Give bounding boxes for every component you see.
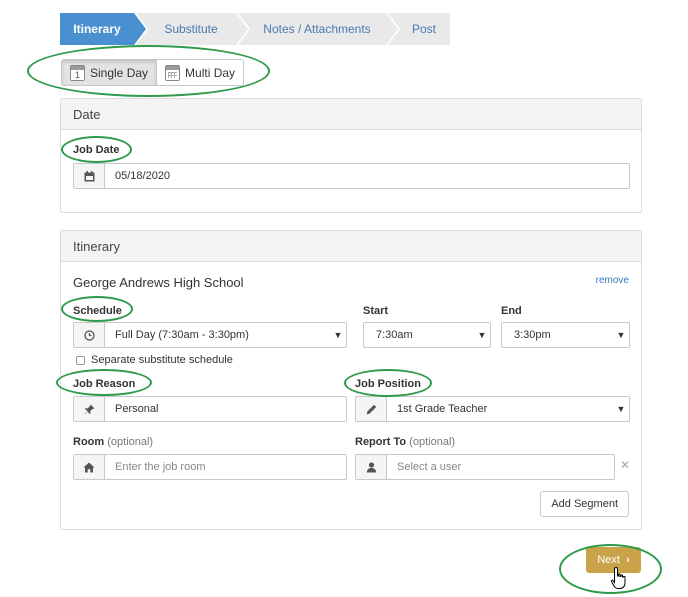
home-icon (74, 455, 105, 479)
job-reason-label: Job Reason (73, 378, 136, 390)
step-substitute-label: Substitute (164, 22, 218, 36)
step-notes-label: Notes / Attachments (263, 22, 371, 36)
room-label: Room (optional) (73, 436, 154, 448)
job-reason-value: Personal (115, 403, 159, 415)
step-post-label: Post (411, 22, 436, 36)
job-date-label: Job Date (73, 144, 120, 156)
step-itinerary-label: Itinerary (73, 22, 121, 36)
itinerary-panel-title: Itinerary (61, 231, 641, 262)
report-to-input[interactable]: Select a user (355, 454, 615, 480)
single-day-button[interactable]: 1 Single Day (62, 60, 157, 85)
separate-schedule-checkbox[interactable]: Separate substitute schedule (76, 354, 233, 366)
school-name: George Andrews High School (73, 275, 244, 290)
chevron-down-icon: ▼ (333, 330, 343, 340)
itinerary-panel: Itinerary George Andrews High School rem… (60, 230, 642, 530)
job-reason-field[interactable]: Personal (73, 396, 347, 422)
job-date-field[interactable]: 05/18/2020 (73, 163, 630, 189)
pin-icon (74, 397, 105, 421)
next-label: Next (597, 554, 620, 566)
schedule-label: Schedule (73, 305, 122, 317)
job-position-label: Job Position (355, 378, 421, 390)
report-to-label: Report To (optional) (355, 436, 456, 448)
schedule-value: Full Day (7:30am - 3:30pm) (115, 329, 249, 341)
single-day-label: Single Day (90, 65, 149, 80)
multi-day-button[interactable]: Multi Day (156, 60, 244, 85)
room-placeholder: Enter the job room (115, 461, 206, 473)
chevron-down-icon: ▼ (477, 330, 487, 340)
end-label: End (501, 305, 522, 317)
remove-link[interactable]: remove (596, 275, 629, 286)
end-value: 3:30pm (514, 329, 551, 341)
separate-schedule-label: Separate substitute schedule (91, 354, 233, 366)
job-date-value: 05/18/2020 (115, 170, 171, 182)
step-notes-attachments[interactable]: Notes / Attachments (238, 13, 398, 45)
calendar-month-icon (165, 64, 181, 81)
hand-cursor-icon (610, 566, 626, 589)
room-optional: (optional) (107, 436, 154, 448)
start-select[interactable]: 7:30am ▼ (363, 322, 491, 348)
user-icon (356, 455, 387, 479)
clock-icon (74, 323, 105, 347)
job-position-select[interactable]: 1st Grade Teacher ▼ (355, 396, 630, 422)
room-input[interactable]: Enter the job room (73, 454, 347, 480)
add-segment-button[interactable]: Add Segment (540, 491, 629, 517)
date-panel: Date Job Date 05/18/2020 (60, 98, 642, 213)
chevron-down-icon: ▼ (616, 330, 626, 340)
job-position-value: 1st Grade Teacher (397, 403, 488, 415)
start-value: 7:30am (376, 329, 413, 341)
step-substitute[interactable]: Substitute (136, 13, 248, 45)
report-to-optional: (optional) (409, 436, 456, 448)
chevron-right-icon: › (626, 554, 630, 566)
date-panel-title: Date (61, 99, 641, 130)
day-toggle: 1 Single Day Multi Day (61, 59, 245, 86)
schedule-select[interactable]: Full Day (7:30am - 3:30pm) ▼ (73, 322, 347, 348)
calendar-icon[interactable] (74, 164, 105, 188)
checkbox-box[interactable] (76, 355, 85, 365)
end-select[interactable]: 3:30pm ▼ (501, 322, 630, 348)
start-label: Start (363, 305, 389, 317)
report-to-placeholder: Select a user (397, 461, 462, 473)
step-itinerary[interactable]: Itinerary (60, 13, 146, 45)
multi-day-label: Multi Day (185, 65, 236, 80)
calendar-day-icon: 1 (70, 64, 85, 81)
chevron-down-icon: ▼ (616, 404, 626, 414)
clear-icon[interactable]: ✕ (620, 458, 630, 472)
pencil-icon (356, 397, 387, 421)
